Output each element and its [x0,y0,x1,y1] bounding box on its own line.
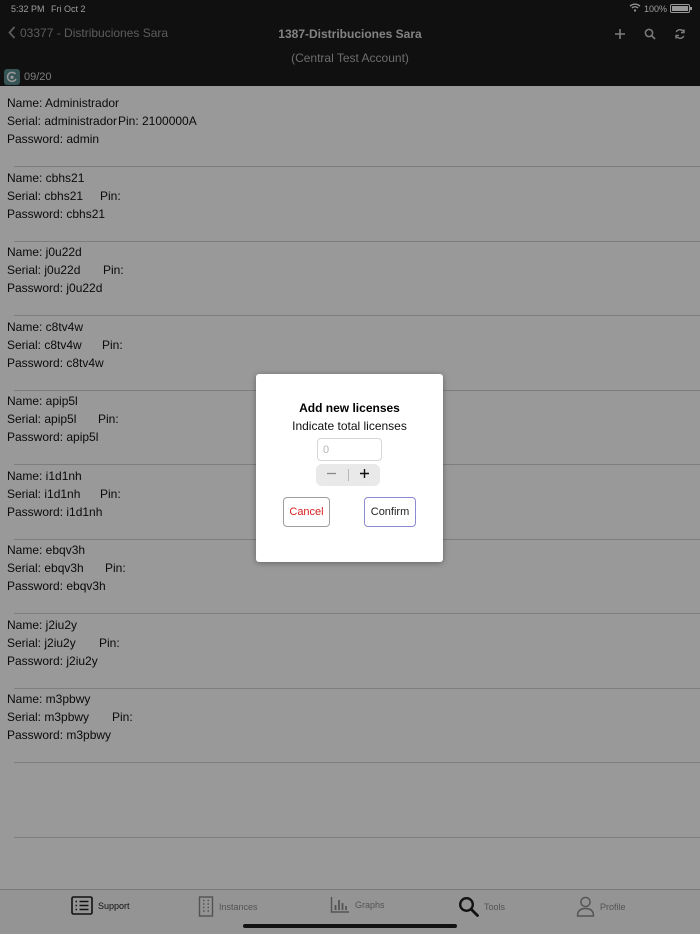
confirm-button[interactable]: Confirm [364,497,416,527]
license-count-stepper [316,464,380,486]
add-licenses-dialog: Add new licenses Indicate total licenses… [256,374,443,562]
plus-icon [359,466,370,484]
minus-icon [326,466,337,484]
increment-button[interactable] [348,464,380,486]
dialog-title: Add new licenses [299,401,400,415]
cancel-button[interactable]: Cancel [283,497,330,527]
dialog-subtitle: Indicate total licenses [292,419,407,433]
decrement-button[interactable] [316,464,348,486]
license-count-input[interactable] [317,438,382,461]
